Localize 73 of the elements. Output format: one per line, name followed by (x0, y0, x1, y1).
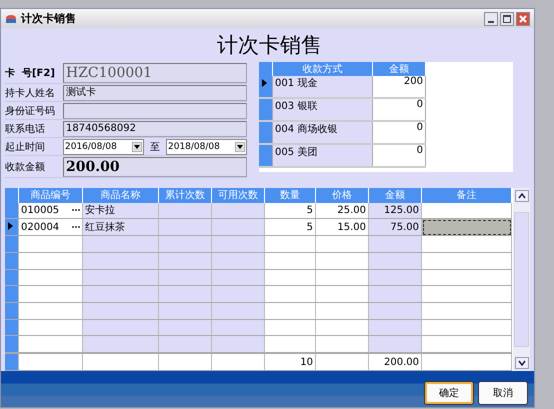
window-title: 计次卡销售 (21, 11, 76, 26)
close-icon (519, 14, 527, 22)
column-header: 备注 (422, 188, 512, 203)
table-cell: 004 商场收银 (272, 121, 372, 144)
dropdown-icon (132, 142, 142, 152)
table-cell: 010005 (21, 204, 60, 216)
field-label: 身份证号码 (5, 104, 56, 118)
input-field[interactable]: 18740568092 (63, 120, 247, 136)
date-picker[interactable]: 2016/08/08 (63, 138, 144, 154)
row-header-cell[interactable] (5, 302, 18, 320)
table-cell: 0 (372, 121, 426, 144)
table-cell: 200 (372, 76, 426, 98)
app-icon (5, 14, 17, 24)
table-cell: 125.00 (368, 202, 422, 219)
total-cell: 10 (264, 353, 316, 370)
minimize-button[interactable] (484, 12, 498, 26)
column-header: 可用次数 (212, 188, 264, 203)
field-label: 收款金额 (5, 160, 46, 174)
table-cell: 003 银联 (272, 98, 372, 121)
maximize-button[interactable] (500, 12, 514, 26)
more-icon[interactable] (72, 208, 80, 212)
table-cell: 005 美团 (272, 144, 372, 167)
table-cell: 0 (372, 144, 426, 167)
column-header: 数量 (264, 188, 316, 203)
minimize-icon (488, 20, 494, 22)
input-field[interactable] (63, 102, 247, 118)
corner-cell (259, 62, 272, 76)
table-cell: 5 (264, 218, 316, 236)
table-cell: 5 (264, 202, 316, 219)
table-cell: 75.00 (368, 218, 422, 236)
row-indicator[interactable] (5, 218, 18, 236)
input-field[interactable]: 测试卡 (63, 84, 247, 100)
table-cell: 25.00 (316, 202, 368, 219)
total-cell: 200.00 (368, 353, 422, 370)
table-cell: 红豆抹茶 (82, 218, 158, 236)
more-icon[interactable] (72, 225, 80, 230)
row-header-cell[interactable] (5, 269, 18, 286)
cancel-button[interactable]: 取消 (478, 381, 528, 405)
column-header: 商品编号 (18, 188, 82, 203)
field-label: 持卡人姓名 (5, 86, 56, 100)
row-header-cell[interactable] (5, 319, 18, 336)
maximize-icon (503, 14, 511, 22)
column-header: 累计次数 (158, 188, 212, 203)
focused-cell[interactable] (422, 218, 512, 236)
field-label: 联系电话 (5, 122, 46, 136)
row-header-cell[interactable] (5, 236, 18, 252)
corner-cell (5, 188, 18, 203)
column-header: 商品名称 (82, 188, 158, 203)
date-picker[interactable]: 2018/08/08 (166, 138, 247, 154)
card-number-field[interactable]: HZC100001 (63, 62, 247, 82)
confirm-button[interactable]: 确定 (424, 381, 474, 405)
column-header: 收款方式 (272, 62, 372, 76)
row-indicator[interactable] (259, 76, 272, 98)
scroll-up-icon[interactable] (514, 190, 528, 202)
form-heading: 计次卡销售 (216, 32, 323, 59)
scroll-down-icon[interactable] (514, 357, 528, 369)
table-cell: 安卡拉 (82, 202, 158, 219)
table-cell: 15.00 (316, 218, 368, 236)
table-cell: 0 (372, 98, 426, 121)
column-header: 金额 (368, 188, 422, 203)
scrollbar[interactable] (513, 188, 530, 371)
field-label: 卡 号[F2] (5, 66, 56, 80)
row-header-cell[interactable] (5, 286, 18, 302)
dropdown-icon (235, 142, 245, 152)
close-button[interactable] (516, 12, 530, 26)
range-separator: 至 (149, 140, 161, 154)
table-cell: 001 现金 (272, 76, 372, 98)
column-header: 价格 (316, 188, 368, 203)
row-header-cell[interactable] (5, 252, 18, 269)
field-label: 起止时间 (5, 140, 46, 154)
column-header: 金额 (372, 62, 426, 76)
table-cell: 020004 (21, 222, 60, 233)
amount-field[interactable]: 200.00 (63, 156, 247, 176)
